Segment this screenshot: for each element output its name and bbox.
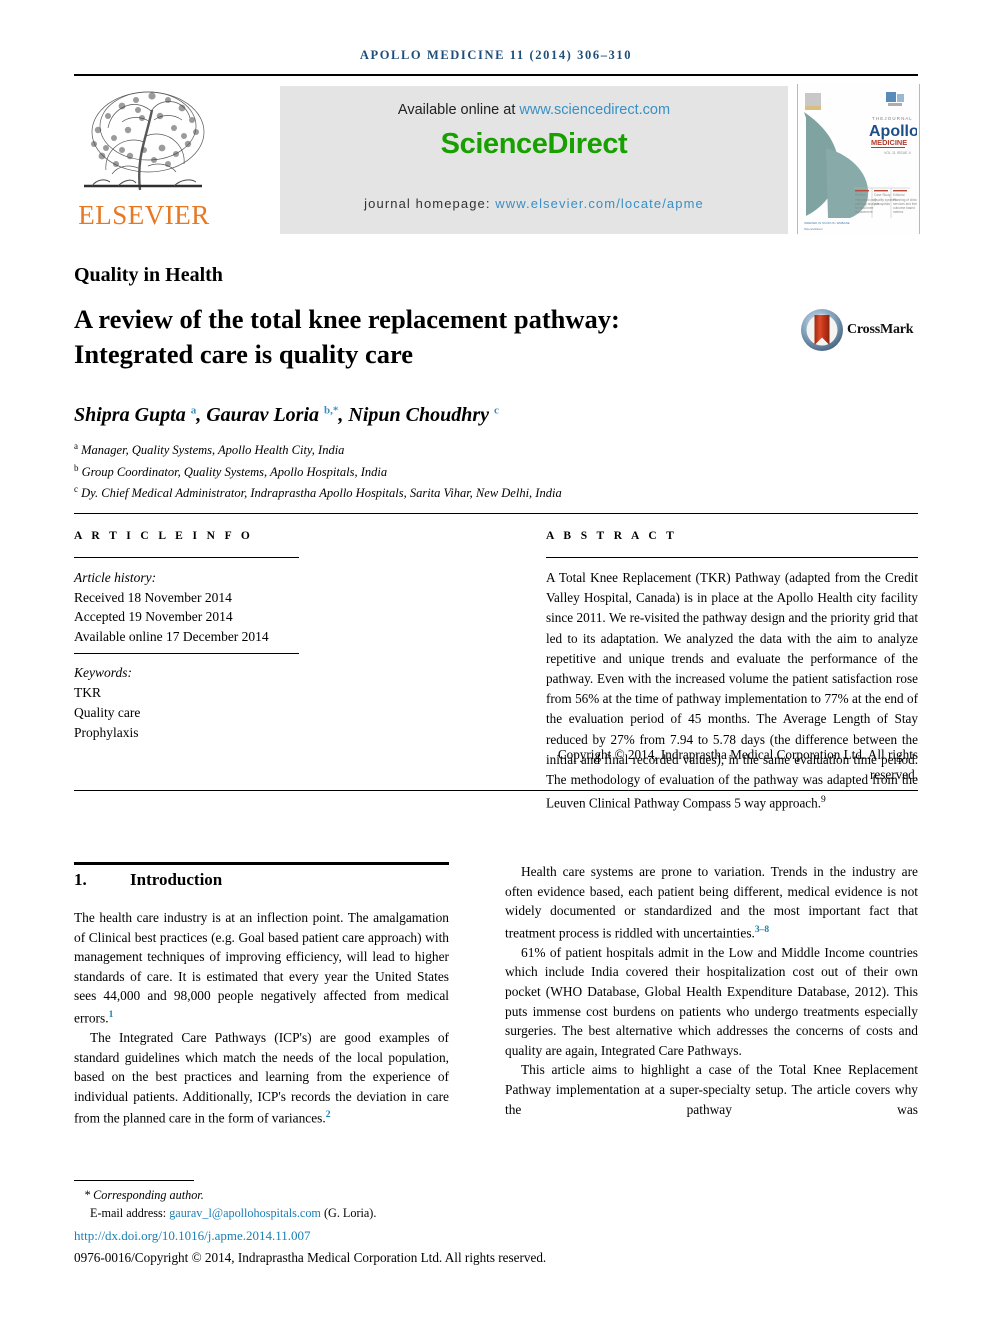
affiliation-text: Dy. Chief Medical Administrator, Indrapr…: [81, 486, 562, 501]
footnote-block: * Corresponding author. E-mail address: …: [74, 1187, 634, 1222]
author-names: Shipra Gupta a, Gaurav Loria b,*, Nipun …: [74, 404, 499, 426]
sciencedirect-logo[interactable]: ScienceDirect: [280, 128, 788, 161]
header-rule: [74, 74, 918, 76]
article-history-label: Article history:: [74, 570, 157, 585]
crossmark-label: CrossMark: [847, 322, 914, 337]
keyword-item: Prophylaxis: [74, 725, 139, 740]
article-info-rule: [74, 557, 299, 558]
affiliation-item: b Group Coordinator, Quality Systems, Ap…: [74, 460, 894, 482]
paragraph: This article aims to highlight a case of…: [505, 1060, 918, 1138]
crossmark-icon: [801, 309, 843, 351]
footnote-rule: [74, 1180, 194, 1181]
section-number: 1.: [74, 870, 87, 889]
paragraph: The health care industry is at an inflec…: [74, 908, 449, 1028]
section-heading-rule: [74, 862, 449, 865]
svg-text:INDEXED IN SCOPUS / EMBASE: INDEXED IN SCOPUS / EMBASE: [804, 221, 850, 225]
running-head: APOLLO MEDICINE 11 (2014) 306–310: [359, 48, 633, 62]
sciencedirect-link[interactable]: www.sciencedirect.com: [519, 102, 670, 118]
reference-marker[interactable]: 3–8: [755, 925, 769, 935]
abstract-reference-marker: 9: [821, 795, 826, 806]
email-line: E-mail address: gaurav_l@apollohospitals…: [74, 1205, 634, 1223]
paragraph-text: The Integrated Care Pathways (ICP's) are…: [74, 1030, 449, 1126]
available-online-line: Available online at www.sciencedirect.co…: [280, 102, 788, 118]
svg-text:Case Study: Case Study: [874, 193, 891, 197]
paragraph: 61% of patient hospitals admit in the Lo…: [505, 943, 918, 1061]
sciencedirect-banner: Available online at www.sciencedirect.co…: [280, 86, 788, 234]
article-history: Article history: Received 18 November 20…: [74, 568, 324, 646]
article-info-heading: A R T I C L E I N F O: [74, 530, 254, 542]
available-online-text: Available online at: [397, 102, 520, 118]
issn-copyright-line: 0976-0016/Copyright © 2014, Indraprastha…: [74, 1250, 547, 1265]
paragraph: The Integrated Care Pathways (ICP's) are…: [74, 1028, 449, 1128]
affiliation-list: a Manager, Quality Systems, Apollo Healt…: [74, 438, 894, 503]
page-title: A review of the total knee replacement p…: [74, 304, 620, 369]
section-kicker: Quality in Health: [74, 264, 223, 286]
section-title: Introduction: [130, 870, 223, 889]
paragraph-text: The health care industry is at an inflec…: [74, 910, 449, 1026]
keywords-label: Keywords:: [74, 665, 132, 680]
history-received: Received 18 November 2014: [74, 589, 232, 605]
journal-homepage-link[interactable]: www.elsevier.com/locate/apme: [495, 196, 704, 211]
svg-text:replacement: replacement: [855, 210, 873, 214]
paragraph-text: This article aims to highlight a case of…: [505, 1062, 918, 1117]
affiliation-item: a Manager, Quality Systems, Apollo Healt…: [74, 438, 894, 460]
email-link[interactable]: gaurav_l@apollohospitals.com: [169, 1206, 321, 1220]
journal-homepage-label: journal homepage:: [364, 196, 496, 211]
reference-marker[interactable]: 1: [109, 1010, 114, 1020]
journal-article-page: APOLLO MEDICINE 11 (2014) 306–310 ELSEVI…: [0, 0, 992, 1323]
svg-text:MEDICINE: MEDICINE: [871, 138, 907, 147]
affiliation-text: Group Coordinator, Quality Systems, Apol…: [81, 464, 388, 479]
elsevier-wordmark: ELSEVIER: [78, 200, 210, 230]
paragraph: Health care systems are prone to variati…: [505, 862, 918, 943]
corresponding-author-note: * Corresponding author.: [84, 1188, 204, 1202]
abstract-copyright: Copyright © 2014, Indraprastha Medical C…: [557, 747, 918, 782]
history-accepted: Accepted 19 November 2014: [74, 609, 233, 624]
crossmark-badge[interactable]: CrossMark: [800, 308, 914, 356]
author-list: Shipra Gupta a, Gaurav Loria b,*, Nipun …: [74, 404, 874, 427]
email-label: E-mail address:: [90, 1205, 170, 1220]
affiliation-marker: b: [74, 462, 79, 473]
section-heading: 1. Introduction: [74, 870, 449, 890]
keywords-divider-rule: [74, 653, 299, 654]
affiliation-text: Manager, Quality Systems, Apollo Health …: [81, 443, 345, 458]
svg-text:Editorial: Editorial: [893, 193, 905, 197]
journal-homepage-line: journal homepage: www.elsevier.com/locat…: [280, 196, 788, 211]
affiliation-marker: c: [74, 484, 78, 495]
masthead: ELSEVIER Available online at www.science…: [74, 84, 920, 236]
abstract-heading: A B S T R A C T: [546, 530, 678, 542]
svg-text:Review: Review: [855, 193, 866, 197]
svg-text:T H E J O U R N A L: T H E J O U R N A L: [872, 116, 912, 121]
info-bottom-rule: [74, 790, 918, 791]
keyword-list: Keywords: TKR Quality care Prophylaxis: [74, 663, 324, 743]
keyword-item: TKR: [74, 685, 101, 700]
body-column-right: Health care systems are prone to variati…: [505, 862, 918, 1139]
history-available-online: Available online 17 December 2014: [74, 628, 269, 644]
affiliation-marker: a: [74, 441, 78, 451]
journal-cover-thumbnail: T H E J O U R N A L Apollo MEDICINE VOL …: [797, 84, 920, 234]
svg-text:VOL 11 ISSUE 4: VOL 11 ISSUE 4: [884, 151, 911, 155]
svg-text:metrics: metrics: [893, 210, 904, 214]
body-column-left: The health care industry is at an inflec…: [74, 908, 449, 1128]
affiliation-item: c Dy. Chief Medical Administrator, Indra…: [74, 481, 894, 503]
svg-text:in hospitals: in hospitals: [874, 202, 890, 206]
paragraph-text: 61% of patient hospitals admit in the Lo…: [505, 944, 918, 1058]
email-suffix: (G. Loria).: [320, 1205, 377, 1220]
abstract-rule: [546, 557, 918, 558]
svg-text:ScienceDirect: ScienceDirect: [804, 227, 823, 231]
keyword-item: Quality care: [74, 705, 141, 720]
paragraph-text: Health care systems are prone to variati…: [505, 864, 918, 941]
reference-marker[interactable]: 2: [326, 1110, 331, 1120]
doi-link[interactable]: http://dx.doi.org/10.1016/j.apme.2014.11…: [74, 1228, 311, 1244]
info-top-rule: [74, 513, 918, 514]
elsevier-tree-icon: [78, 86, 208, 198]
elsevier-logo: ELSEVIER: [74, 84, 214, 234]
